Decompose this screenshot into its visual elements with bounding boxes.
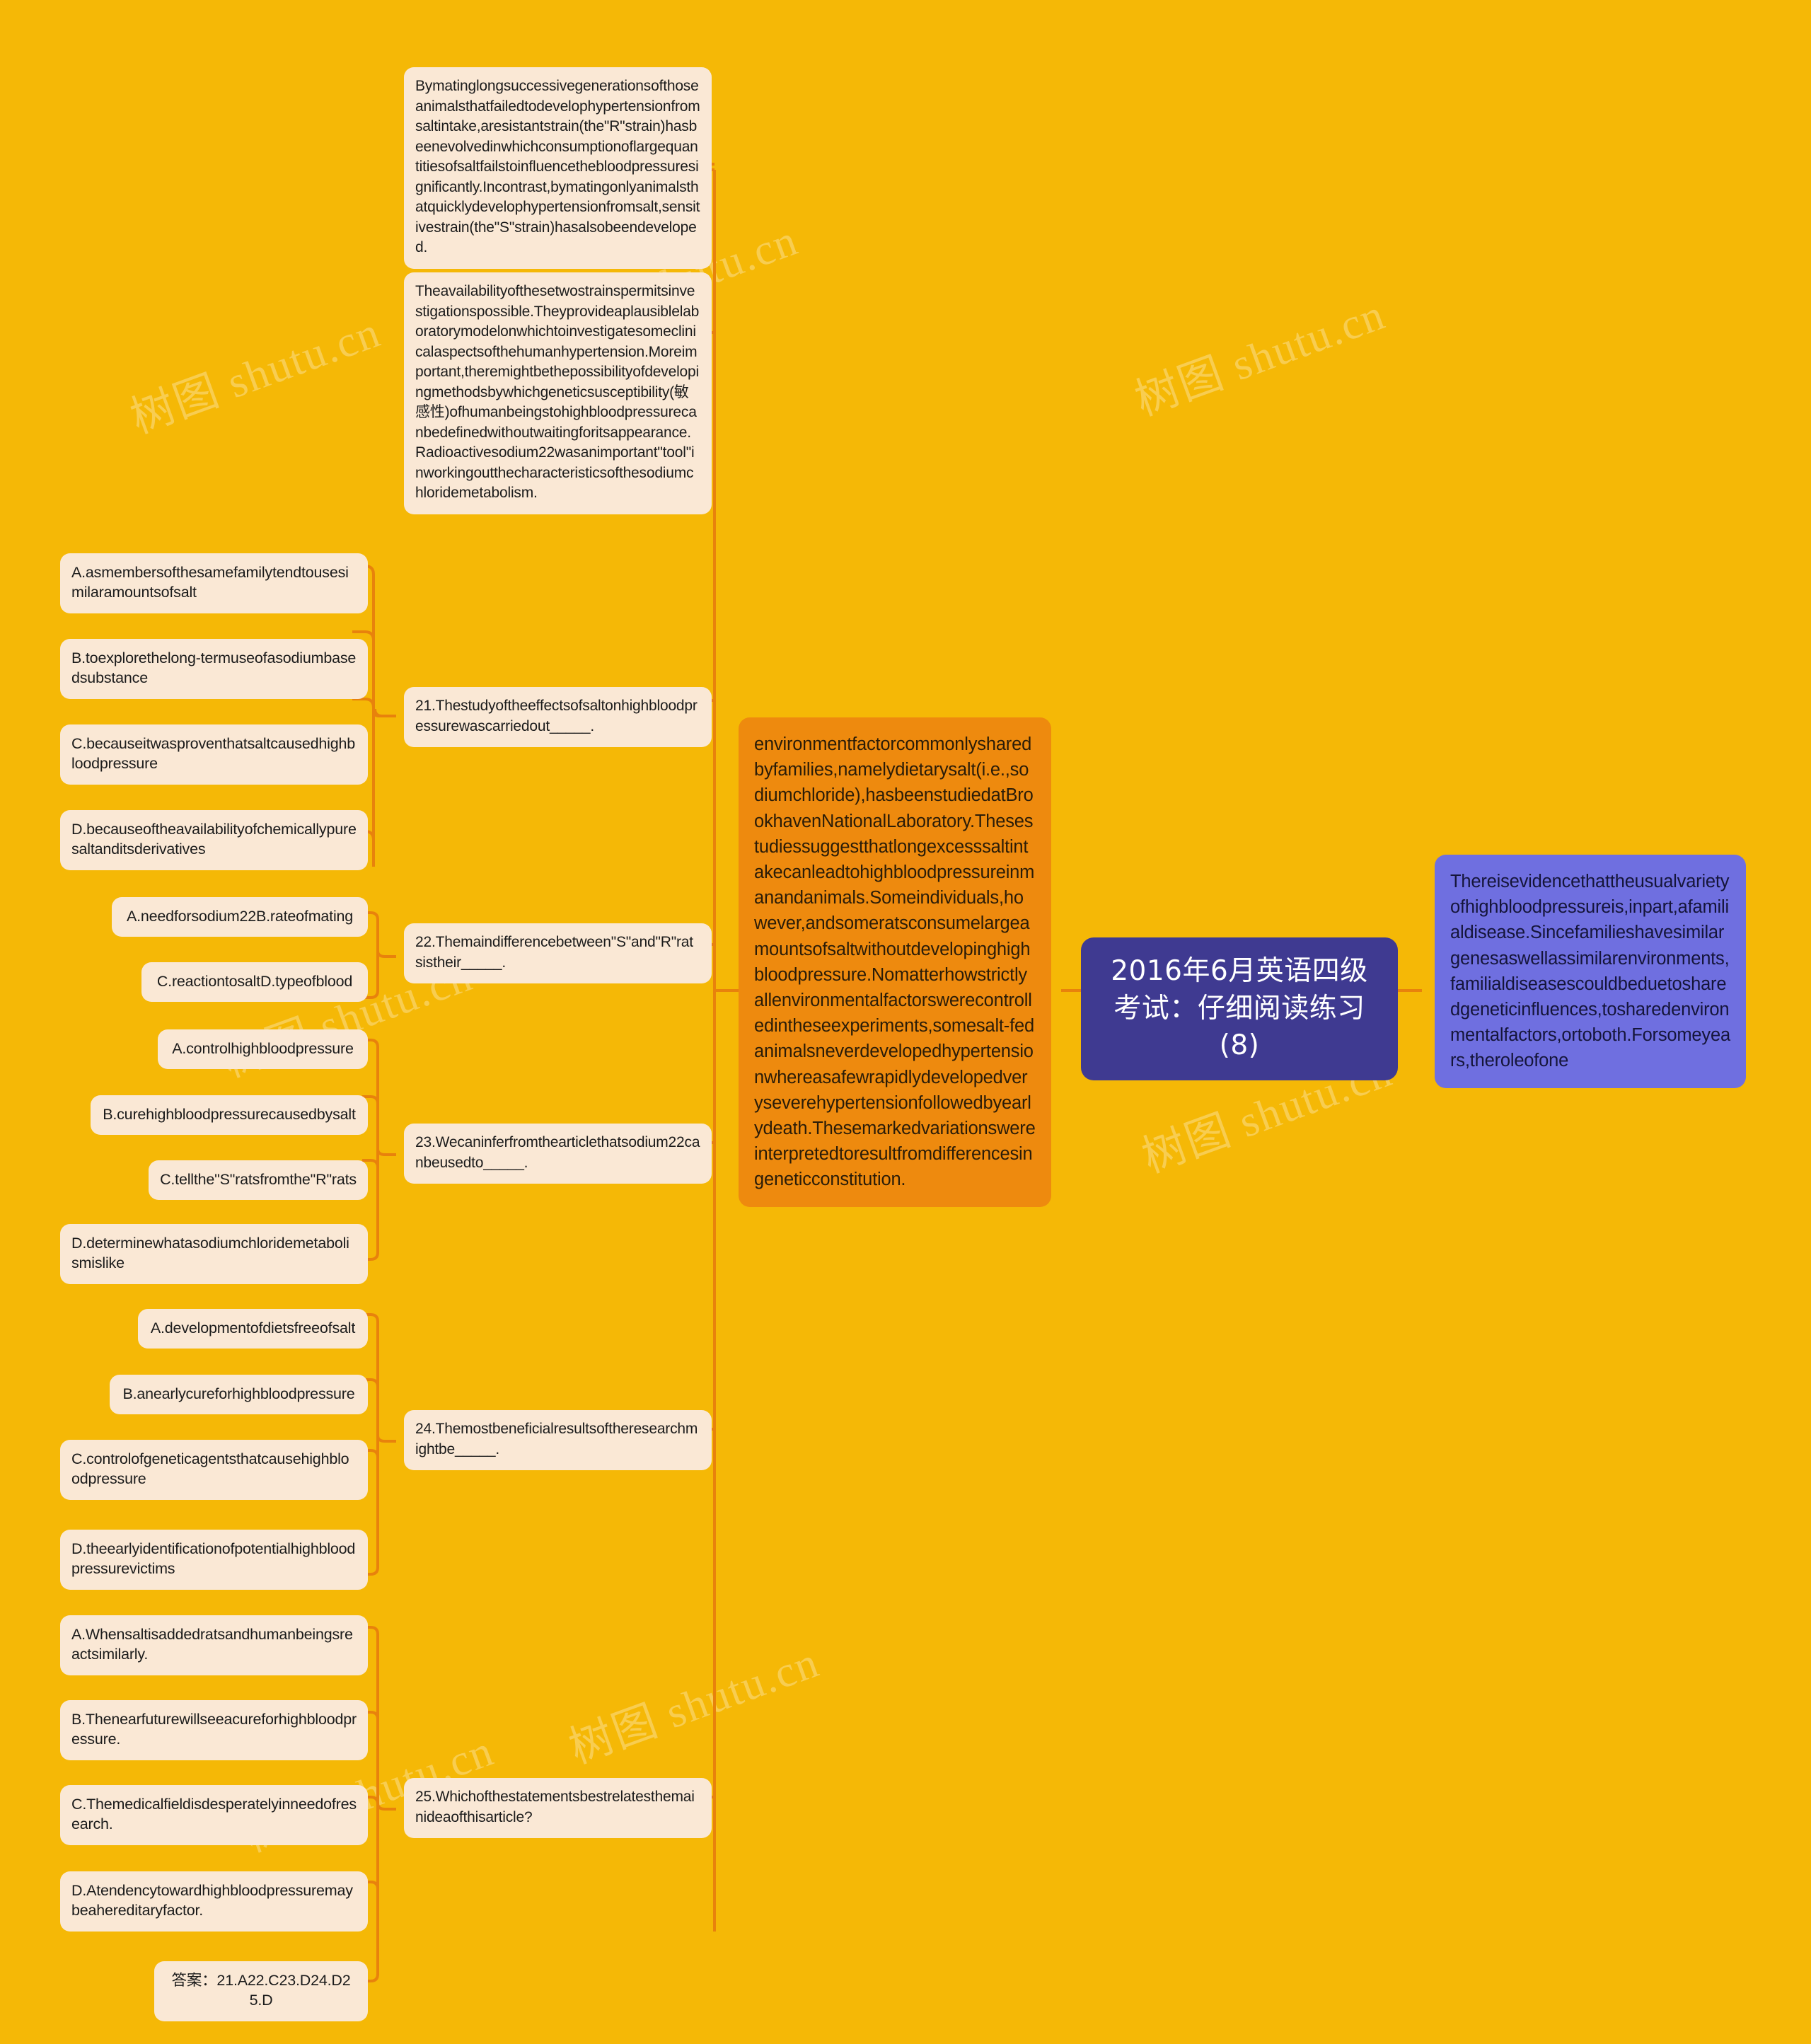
answer-key-node[interactable]: 答案：21.A22.C23.D24.D25.D [154,1961,368,2021]
passage-node-top-first[interactable]: Bymatinglongsuccessivegenerationsofthose… [404,67,712,269]
question-node-q21[interactable]: 21.Thestudyoftheeffectsofsaltonhighblood… [404,687,712,748]
option-node-q22-a[interactable]: A.needforsodium22B.rateofmating [112,897,368,937]
question-node-q25[interactable]: 25.Whichofthestatementsbestrelatesthemai… [404,1778,712,1839]
question-node-q24[interactable]: 24.Themostbeneficialresultsoftheresearch… [404,1410,712,1471]
option-node-q23-d[interactable]: D.determinewhatasodiumchloridemetabolism… [60,1224,368,1284]
option-node-q25-a[interactable]: A.Whensaltisaddedratsandhumanbeingsreact… [60,1615,368,1675]
option-node-q25-d[interactable]: D.Atendencytowardhighbloodpressuremaybea… [60,1871,368,1932]
option-node-q23-c[interactable]: C.tellthe"S"ratsfromthe"R"rats [149,1160,368,1201]
option-node-q22-b[interactable]: C.reactiontosaltD.typeofblood [141,962,368,1003]
option-node-q24-d[interactable]: D.theearlyidentificationofpotentialhighb… [60,1530,368,1590]
passage-node-orange[interactable]: environmentfactorcommonlysharedbyfamilie… [739,717,1051,1207]
question-node-q22[interactable]: 22.Themaindifferencebetween"S"and"R"rats… [404,923,712,984]
passage-node-top-second[interactable]: Theavailabilityofthesetwostrainspermitsi… [404,272,712,515]
option-node-q21-b[interactable]: B.toexplorethelong-termuseofasodiumbased… [60,639,368,699]
option-node-q24-c[interactable]: C.controlofgeneticagentsthatcausehighblo… [60,1440,368,1500]
question-node-q23[interactable]: 23.Wecaninferfromthearticlethatsodium22c… [404,1124,712,1184]
option-node-q21-d[interactable]: D.becauseoftheavailabilityofchemicallypu… [60,810,368,870]
option-node-q23-b[interactable]: B.curehighbloodpressurecausedbysalt [91,1095,368,1136]
central-topic-node[interactable]: 2016年6月英语四级考试：仔细阅读练习(8) [1081,937,1398,1080]
option-node-q25-c[interactable]: C.Themedicalfieldisdesperatelyinneedofre… [60,1785,368,1845]
passage-node-blue[interactable]: Thereisevidencethattheusualvarietyofhigh… [1435,855,1746,1088]
option-node-q21-a[interactable]: A.asmembersofthesamefamilytendtousesimil… [60,553,368,613]
option-node-q24-b[interactable]: B.anearlycureforhighbloodpressure [110,1375,368,1415]
option-node-q25-b[interactable]: B.Thenearfuturewillseeacureforhighbloodp… [60,1700,368,1760]
option-node-q24-a[interactable]: A.developmentofdietsfreeofsalt [138,1309,368,1349]
option-node-q23-a[interactable]: A.controlhighbloodpressure [158,1029,368,1070]
option-node-q21-c[interactable]: C.becauseitwasproventhatsaltcausedhighbl… [60,724,368,785]
